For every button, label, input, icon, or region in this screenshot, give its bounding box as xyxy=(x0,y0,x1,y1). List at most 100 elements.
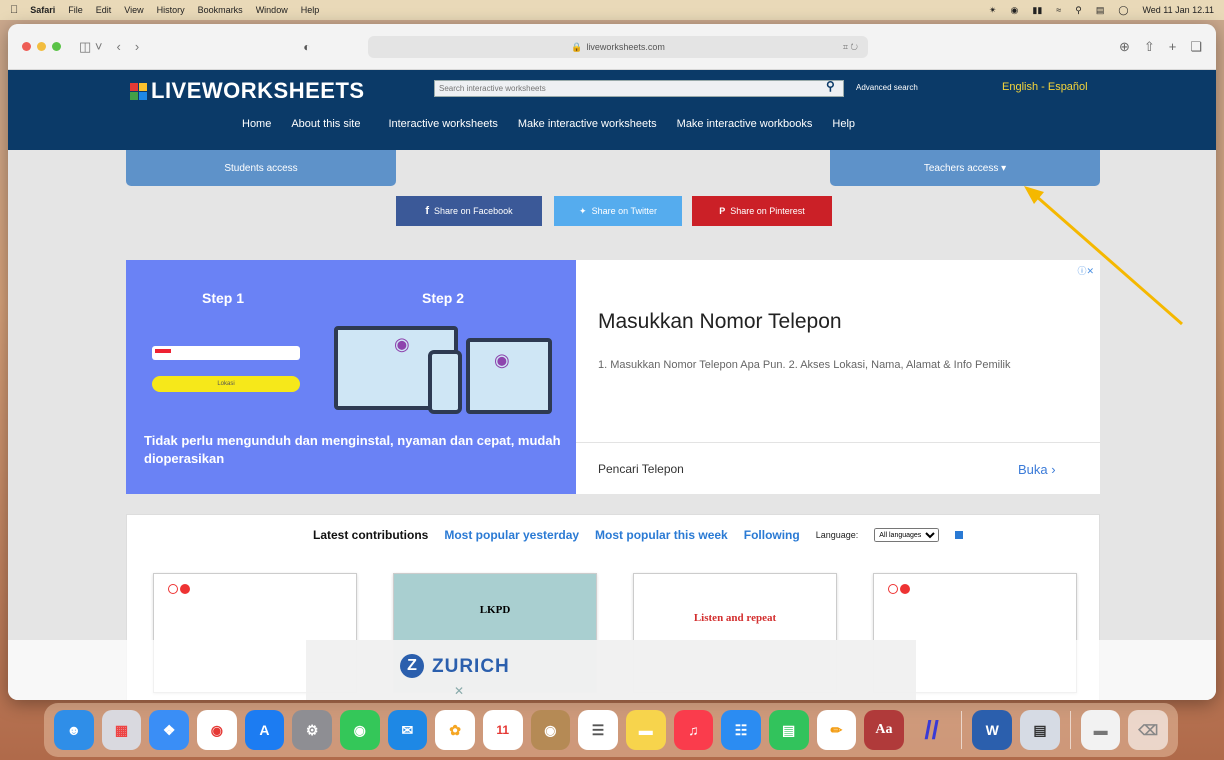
freeform-icon[interactable]: ✏ xyxy=(816,710,857,750)
menu-bookmarks[interactable]: Bookmarks xyxy=(198,5,243,15)
address-text: liveworksheets.com xyxy=(586,42,665,52)
menubar-clock[interactable]: Wed 11 Jan 12.11 xyxy=(1142,5,1214,15)
share-pinterest-button[interactable]: P Share on Pinterest xyxy=(692,196,832,226)
control-center-icon[interactable]: ▤ xyxy=(1096,5,1105,16)
dictionary-icon[interactable]: Aa xyxy=(864,710,904,750)
teachers-access-button[interactable]: Teachers access ▾ xyxy=(830,150,1100,186)
bluetooth-icon[interactable]: ✴ xyxy=(989,5,997,16)
preview-icon[interactable]: ▤ xyxy=(1020,710,1060,750)
app-store-icon[interactable]: A xyxy=(244,710,285,750)
numbers-icon[interactable]: ▤ xyxy=(768,710,809,750)
dock-separator xyxy=(961,711,963,749)
menu-safari[interactable]: Safari xyxy=(30,5,55,15)
toolbar-right: ⊕ ⇧ + ❏ xyxy=(1119,39,1202,55)
nav-home[interactable]: Home xyxy=(242,118,271,130)
menu-view[interactable]: View xyxy=(124,5,143,15)
nav-about[interactable]: About this site xyxy=(291,118,360,130)
menu-history[interactable]: History xyxy=(157,5,185,15)
twitter-icon: ✦ xyxy=(579,205,587,216)
menu-help[interactable]: Help xyxy=(301,5,320,15)
tab-overview-icon[interactable]: ❏ xyxy=(1190,39,1202,55)
ad-step-2: Step 2 xyxy=(422,290,465,306)
forward-icon[interactable]: › xyxy=(135,39,139,54)
share-facebook-button[interactable]: f Share on Facebook xyxy=(396,196,542,226)
nav-help[interactable]: Help xyxy=(832,118,855,130)
bottom-ad-banner[interactable] xyxy=(306,640,916,700)
students-access-button[interactable]: Students access xyxy=(126,150,396,186)
sidebar-icon[interactable]: ◫ ˅ xyxy=(79,39,103,55)
map-pin-icon: ◉ xyxy=(494,350,510,370)
site-header: LIVEWORKSHEETS ⚲ Advanced search English… xyxy=(8,70,1216,150)
language-go-button[interactable] xyxy=(955,531,964,539)
battery-icon[interactable]: ▮▮ xyxy=(1032,5,1042,16)
advanced-search-link[interactable]: Advanced search xyxy=(856,83,918,92)
search-input[interactable] xyxy=(434,80,844,97)
close-ad-icon[interactable]: ✕ xyxy=(454,684,464,698)
language-link[interactable]: English - Español xyxy=(1002,81,1088,93)
zurich-brand: ZURICH xyxy=(432,656,510,677)
menu-file[interactable]: File xyxy=(68,5,83,15)
nav-make-worksheets[interactable]: Make interactive worksheets xyxy=(518,118,657,130)
language-select[interactable]: All languages xyxy=(874,528,940,542)
address-bar[interactable]: 🔒 liveworksheets.com ⌗ ↻ xyxy=(368,36,868,58)
logo-grid-icon xyxy=(130,82,147,100)
card-badge-icon xyxy=(888,584,910,594)
download-icon[interactable]: ⊕ xyxy=(1119,39,1130,55)
window-controls xyxy=(22,42,61,51)
notes-icon[interactable]: ▬ xyxy=(625,710,666,750)
safari-icon[interactable]: ❖ xyxy=(149,710,189,750)
facebook-icon: f xyxy=(425,205,430,217)
finder-icon[interactable]: ☻ xyxy=(54,710,94,750)
menu-edit[interactable]: Edit xyxy=(96,5,112,15)
ad-advertiser: Pencari Telepon xyxy=(598,462,684,476)
ad-title: Masukkan Nomor Telepon xyxy=(598,310,842,333)
apple-icon[interactable]:  xyxy=(10,4,18,16)
dock-separator xyxy=(1069,711,1071,749)
chrome-icon[interactable]: ◉ xyxy=(196,710,237,750)
tab-most-popular-this-week[interactable]: Most popular this week xyxy=(595,528,728,542)
tab-most-popular-yesterday[interactable]: Most popular yesterday xyxy=(444,528,579,542)
launchpad-icon[interactable]: ▦ xyxy=(101,710,142,750)
messages-icon[interactable]: ◉ xyxy=(339,710,380,750)
share-icon[interactable]: ⇧ xyxy=(1144,39,1155,55)
tab-following[interactable]: Following xyxy=(744,528,800,542)
calendar-icon[interactable]: 11 xyxy=(482,710,523,750)
macos-dock: ☻ ▦ ❖ ◉ A ⚙ ◉ ✉ ✿ 11 ◉ ☰ ▬ ♫ ☷ ▤ ✏ Aa //… xyxy=(44,703,1178,757)
mail-icon[interactable]: ✉ xyxy=(387,710,428,750)
nav-make-workbooks[interactable]: Make interactive workbooks xyxy=(677,118,813,130)
ad-open-button[interactable]: Buka › xyxy=(1018,462,1056,477)
reminders-icon[interactable]: ☰ xyxy=(578,710,618,750)
minimize-window-button[interactable] xyxy=(37,42,46,51)
privacy-shield-icon[interactable]: ◐ xyxy=(303,40,310,54)
music-icon[interactable]: ♫ xyxy=(673,710,714,750)
system-settings-icon[interactable]: ⚙ xyxy=(292,710,332,750)
photos-icon[interactable]: ✿ xyxy=(435,710,475,750)
trash-icon[interactable]: ⌫ xyxy=(1128,710,1169,750)
new-tab-icon[interactable]: + xyxy=(1169,39,1177,55)
siri-icon[interactable]: ◯ xyxy=(1118,5,1128,16)
menu-window[interactable]: Window xyxy=(256,5,288,15)
nav-interactive-worksheets[interactable]: Interactive worksheets xyxy=(388,118,497,130)
search-icon[interactable]: ⚲ xyxy=(826,79,835,93)
tab-latest-contributions[interactable]: Latest contributions xyxy=(313,528,428,542)
contacts-icon[interactable]: ◉ xyxy=(530,710,571,750)
web-page: LIVEWORKSHEETS ⚲ Advanced search English… xyxy=(8,70,1216,700)
adchoices-icon[interactable]: ⓘ✕ xyxy=(1077,264,1094,277)
keynote-icon[interactable]: ☷ xyxy=(721,710,761,750)
close-window-button[interactable] xyxy=(22,42,31,51)
word-icon[interactable]: W xyxy=(972,710,1013,750)
reload-icon[interactable]: ⌗ ↻ xyxy=(843,42,858,53)
ad-phone-input xyxy=(152,346,300,360)
ad-step-1: Step 1 xyxy=(202,290,245,306)
spotlight-icon[interactable]: ⚲ xyxy=(1075,5,1082,16)
site-logo[interactable]: LIVEWORKSHEETS xyxy=(130,78,365,104)
zoom-window-button[interactable] xyxy=(52,42,61,51)
back-icon[interactable]: ‹ xyxy=(117,39,121,54)
downloads-folder-icon[interactable]: ▬ xyxy=(1080,710,1121,750)
advertisement-banner[interactable]: Step 1 Step 2 Lokasi ◉ ◉ Tidak perlu men… xyxy=(126,260,1100,494)
record-icon[interactable]: ◉ xyxy=(1011,5,1019,16)
wifi-icon[interactable]: ≈ xyxy=(1056,5,1061,15)
share-twitter-button[interactable]: ✦ Share on Twitter xyxy=(554,196,682,226)
hashtag-app-icon[interactable]: // xyxy=(912,710,952,750)
card-title: Listen and repeat xyxy=(693,612,777,624)
